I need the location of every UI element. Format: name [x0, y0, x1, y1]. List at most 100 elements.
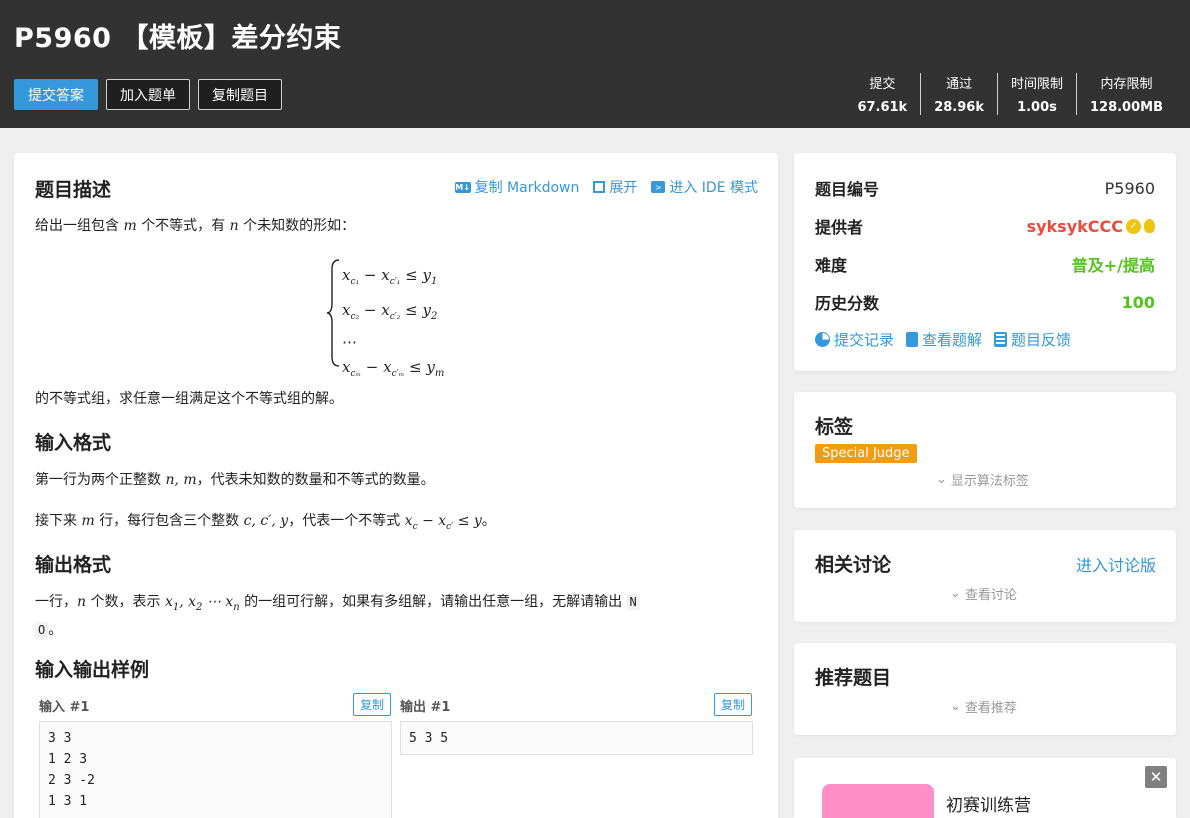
input-format-line-1: 第一行为两个正整数 n, m，代表未知数的数量和不等式的数量。 [35, 469, 435, 491]
provider-name[interactable]: syksykCCC [1027, 217, 1123, 236]
output-format-text: 一行，n 个数，表示 x1, x2 ⋯ xn 的一组可行解，如果有多组解，请输出… [35, 591, 755, 641]
sample-output-box[interactable]: 5 3 5 [400, 721, 753, 755]
system-row-2: xc₂ − xc′₂ ≤ y2 [342, 301, 438, 322]
math-m: m [123, 218, 137, 234]
info-row-provider: 提供者 syksykCCC ✓ [815, 214, 1155, 238]
inline-code-o: O [35, 621, 49, 638]
text-fragment: 的一组可行解，如果有多组解，请输出任意一组，无解请输出 [244, 594, 623, 610]
recommend-heading: 推荐题目 [815, 667, 892, 689]
text-fragment: 第一行为两个正整数 [35, 472, 161, 488]
sample-input-label: 输入 #1 [39, 700, 90, 715]
add-to-list-button[interactable]: 加入题单 [106, 79, 190, 110]
stat-time-limit: 时间限制 1.00s [996, 73, 1076, 115]
stat-value: 128.00MB [1089, 100, 1163, 115]
description-text-2: 的不等式组，求任意一组满足这个不等式组的解。 [35, 391, 343, 407]
math-c-c-y: c, c′, y [243, 513, 289, 529]
inline-code-n: N [626, 594, 640, 610]
description-heading: 题目描述 [35, 179, 112, 201]
provider[interactable]: syksykCCC ✓ [1027, 217, 1155, 236]
lightbulb-icon [1144, 219, 1155, 233]
chevron-down-icon: ⌄ [950, 699, 961, 714]
expand-icon [593, 181, 606, 193]
text-fragment: 个不等式，有 [141, 218, 226, 234]
info-label: 题目编号 [815, 180, 880, 199]
text-fragment: ，代表未知数的数量和不等式的数量。 [196, 472, 435, 488]
expand-label: 展开 [609, 180, 638, 196]
text-fragment: 给出一组包含 [35, 218, 119, 234]
link-label: 查看推荐 [964, 701, 1017, 716]
problem-feedback-link[interactable]: 题目反馈 [994, 329, 1071, 350]
page-title: P5960 【模板】差分约束 [14, 23, 342, 54]
markdown-icon: M↓ [454, 181, 471, 193]
view-solutions-link[interactable]: 查看题解 [906, 329, 982, 350]
enter-discussion-link[interactable]: 进入讨论版 [1076, 552, 1156, 576]
input-format-line-2: 接下来 m 行，每行包含三个整数 c, c′, y，代表一个不等式 xc − x… [35, 510, 496, 538]
close-icon[interactable]: ✕ [1145, 766, 1167, 788]
pie-chart-icon [815, 332, 830, 347]
input-format-heading: 输入格式 [35, 432, 112, 454]
tag-special-judge[interactable]: Special Judge [815, 444, 917, 463]
action-bar: 提交答案 加入题单 复制题目 [14, 79, 282, 110]
link-label: 查看题解 [922, 331, 983, 349]
math-x-list: x1, x2 ⋯ xn [164, 594, 240, 613]
system-row-1: xc₁ − xc′₁ ≤ y1 [342, 266, 438, 287]
text-fragment: 。 [481, 513, 496, 529]
copy-sample-input-button[interactable]: 复制 [353, 693, 392, 716]
text-fragment: 一行， [35, 594, 77, 610]
text-fragment: 接下来 [35, 513, 77, 529]
ide-mode-label: 进入 IDE 模式 [669, 180, 758, 196]
recommend-card: 推荐题目 ⌄ 查看推荐 [794, 643, 1176, 735]
ad-thumbnail[interactable] [822, 784, 934, 818]
book-icon [906, 332, 919, 347]
problem-stats: 提交 67.61k 通过 28.96k 时间限制 1.00s 内存限制 128.… [844, 73, 1176, 115]
link-label: 题目反馈 [1011, 331, 1072, 349]
copy-sample-output-button[interactable]: 复制 [714, 693, 753, 716]
verified-badge-icon: ✓ [1126, 218, 1141, 234]
math-n-m: n, m [165, 472, 197, 488]
chevron-down-icon: ⌄ [950, 586, 961, 601]
tags-heading: 标签 [815, 416, 854, 438]
math-inequality: xc − xc′ ≤ y [404, 513, 482, 532]
copy-problem-button[interactable]: 复制题目 [198, 79, 282, 110]
ad-title[interactable]: 初赛训练营 [946, 791, 1031, 816]
text-fragment: ，代表一个不等式 [288, 513, 401, 529]
link-label: 显示算法标签 [950, 474, 1029, 489]
submit-answer-button[interactable]: 提交答案 [14, 79, 98, 110]
info-links: 提交记录 查看题解 题目反馈 [815, 329, 1071, 350]
view-discussion-link[interactable]: ⌄ 查看讨论 [950, 584, 1017, 603]
text-fragment: 。 [48, 621, 63, 638]
ide-mode-link[interactable]: > 进入 IDE 模式 [651, 177, 758, 197]
chevron-down-icon: ⌄ [936, 472, 947, 487]
copy-markdown-label: 复制 Markdown [474, 180, 580, 196]
problem-header: P5960 【模板】差分约束 提交答案 加入题单 复制题目 提交 67.61k … [0, 0, 1190, 128]
problem-info-card: 题目编号 P5960 提供者 syksykCCC ✓ 难度 普及+/提高 历史分… [794, 153, 1176, 371]
inequality-system: xc₁ − xc′₁ ≤ y1 xc₂ − xc′₂ ≤ y2 ⋯ xcₘ − … [326, 257, 486, 379]
stat-label: 内存限制 [1100, 77, 1153, 92]
ad-card: 初赛训练营 ✕ [794, 758, 1176, 818]
stat-value: 28.96k [934, 100, 984, 115]
stat-label: 时间限制 [1010, 77, 1063, 92]
samples-heading: 输入输出样例 [35, 659, 150, 681]
sample-input-box[interactable]: 3 3 1 2 3 2 3 -2 1 3 1 [39, 721, 392, 818]
stat-label: 提交 [869, 77, 896, 92]
link-label: 提交记录 [834, 331, 895, 349]
text-fragment: 个未知数的形如： [243, 218, 356, 234]
info-row-id: 题目编号 P5960 [815, 176, 1155, 200]
math-n: n [229, 218, 239, 234]
stat-accepted: 通过 28.96k [920, 73, 997, 115]
description-text: 给出一组包含 m 个不等式，有 n 个未知数的形如： [35, 215, 355, 237]
math-m: m [81, 513, 95, 529]
stat-memory-limit: 内存限制 128.00MB [1075, 73, 1176, 115]
content-toolbar: M↓ 复制 Markdown 展开 > 进入 IDE 模式 [454, 177, 758, 197]
left-brace-icon [326, 259, 340, 367]
info-label: 历史分数 [815, 294, 880, 313]
info-label: 提供者 [815, 218, 864, 237]
stat-label: 通过 [946, 77, 973, 92]
submission-records-link[interactable]: 提交记录 [815, 329, 894, 350]
copy-markdown-link[interactable]: M↓ 复制 Markdown [454, 177, 580, 197]
stat-value: 67.61k [857, 100, 908, 115]
stat-submissions: 提交 67.61k [844, 73, 920, 115]
expand-link[interactable]: 展开 [593, 177, 637, 197]
show-algorithm-tags-link[interactable]: ⌄ 显示算法标签 [936, 470, 1029, 489]
view-recommend-link[interactable]: ⌄ 查看推荐 [950, 697, 1017, 716]
